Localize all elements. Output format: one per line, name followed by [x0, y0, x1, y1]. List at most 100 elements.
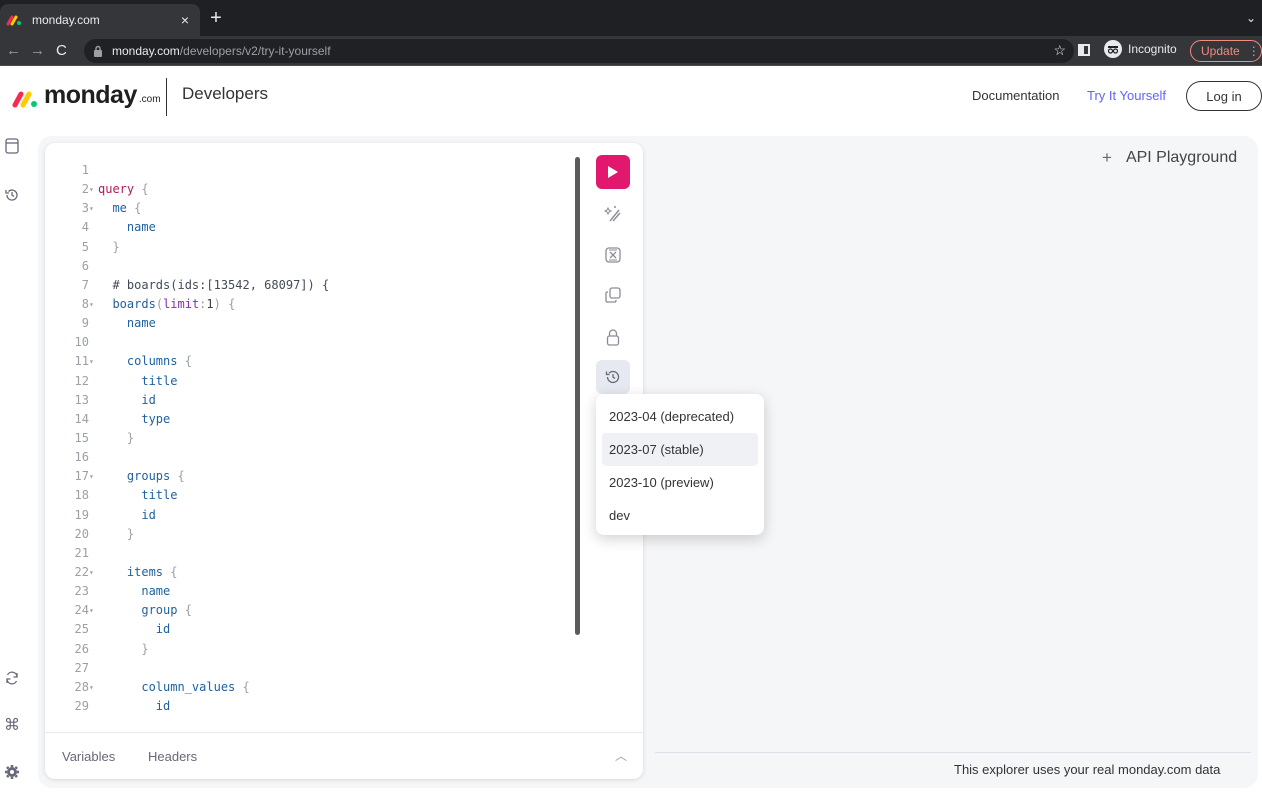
version-option[interactable]: 2023-10 (preview) [602, 466, 758, 499]
fold-gutter [89, 161, 97, 180]
code-line[interactable]: 25 id [45, 620, 605, 639]
api-version-dropdown: 2023-04 (deprecated) 2023-07 (stable) 20… [596, 394, 764, 535]
line-code: # boards(ids:[13542, 68097]) { [112, 277, 330, 292]
code-line[interactable]: 24 ▾ group { [45, 601, 605, 620]
code-line[interactable]: 6 [45, 257, 605, 276]
nav-try-it-yourself-link[interactable]: Try It Yourself [1087, 88, 1166, 103]
fold-gutter [89, 429, 97, 448]
refresh-schema-icon[interactable] [4, 670, 20, 686]
fold-arrow-icon[interactable]: ▾ [89, 678, 97, 697]
new-tab-button[interactable]: + [206, 8, 226, 28]
update-label: Update [1201, 44, 1240, 58]
copy-query-button[interactable] [596, 278, 630, 312]
code-line[interactable]: 18 title [45, 486, 605, 505]
run-query-button[interactable] [596, 155, 630, 189]
documents-icon[interactable] [4, 138, 20, 154]
lock-headers-button[interactable] [596, 320, 630, 354]
api-playground-button[interactable]: + API Playground [1102, 148, 1237, 168]
merge-fragments-button[interactable] [596, 238, 630, 272]
chevron-up-icon[interactable]: ︿ [615, 747, 627, 764]
line-number: 10 [74, 335, 89, 350]
fold-arrow-icon[interactable]: ▾ [89, 180, 97, 199]
line-code: name [126, 220, 156, 235]
code-line[interactable]: 22 ▾ items { [45, 563, 605, 582]
browser-tab[interactable]: monday.com × [0, 4, 200, 36]
browser-toolbar: ← → C monday.com/developers/v2/try-it-yo… [0, 36, 1262, 66]
nav-documentation-link[interactable]: Documentation [972, 88, 1059, 103]
code-line[interactable]: 12 title [45, 372, 605, 391]
line-number: 6 [81, 258, 89, 273]
code-line[interactable]: 16 [45, 448, 605, 467]
line-number: 18 [74, 488, 89, 503]
fold-gutter [89, 276, 97, 295]
api-version-button[interactable] [596, 360, 630, 394]
shortcuts-command-icon[interactable]: ⌘ [4, 717, 20, 734]
bookmark-star-icon[interactable]: ☆ [1053, 42, 1066, 59]
headers-tab[interactable]: Headers [148, 749, 197, 764]
code-line[interactable]: 21 [45, 544, 605, 563]
fold-arrow-icon[interactable]: ▾ [89, 467, 97, 486]
query-code[interactable]: 1 2 ▾ query {3 ▾ me {4 name 5 } 6 7 # boards(id… [45, 161, 605, 716]
code-line[interactable]: 29 id [45, 697, 605, 716]
code-line[interactable]: 23 name [45, 582, 605, 601]
line-number: 8 [81, 296, 89, 311]
monday-logo[interactable]: monday .com [12, 82, 161, 108]
line-number: 23 [74, 584, 89, 599]
fold-arrow-icon[interactable]: ▾ [89, 352, 97, 371]
code-line[interactable]: 17 ▾ groups { [45, 467, 605, 486]
update-button[interactable]: Update ⋮ [1190, 40, 1262, 62]
version-option[interactable]: 2023-04 (deprecated) [602, 400, 758, 433]
fold-gutter [89, 410, 97, 429]
code-line[interactable]: 3 ▾ me { [45, 199, 605, 218]
variables-tab[interactable]: Variables [62, 749, 115, 764]
prettify-button[interactable] [596, 197, 630, 231]
incognito-indicator[interactable]: Incognito [1104, 40, 1177, 58]
side-panel-icon[interactable] [1078, 44, 1090, 56]
fold-arrow-icon[interactable]: ▾ [89, 563, 97, 582]
play-icon [608, 166, 618, 178]
reload-icon[interactable]: C [56, 41, 67, 61]
fold-arrow-icon[interactable]: ▾ [89, 601, 97, 620]
tab-search-chevron-icon[interactable]: ⌄ [1246, 11, 1256, 25]
forward-arrow-icon[interactable]: → [30, 41, 45, 61]
fold-arrow-icon[interactable]: ▾ [89, 295, 97, 314]
code-line[interactable]: 14 type [45, 410, 605, 429]
code-line[interactable]: 26 } [45, 640, 605, 659]
code-line[interactable]: 13 id [45, 391, 605, 410]
version-option-selected[interactable]: 2023-07 (stable) [602, 433, 758, 466]
editor-scrollbar[interactable] [575, 157, 580, 635]
code-line[interactable]: 5 } [45, 238, 605, 257]
line-code: name [126, 316, 156, 331]
code-line[interactable]: 19 id [45, 506, 605, 525]
code-line[interactable]: 9 name [45, 314, 605, 333]
log-in-button[interactable]: Log in [1186, 81, 1262, 111]
back-arrow-icon[interactable]: ← [6, 41, 21, 61]
code-line[interactable]: 27 [45, 659, 605, 678]
query-editor[interactable]: 1 2 ▾ query {3 ▾ me {4 name 5 } 6 7 # boards(id… [45, 143, 643, 779]
code-line[interactable]: 4 name [45, 218, 605, 237]
code-line[interactable]: 11 ▾ columns { [45, 352, 605, 371]
line-code: } [126, 526, 135, 541]
code-line[interactable]: 20 } [45, 525, 605, 544]
code-line[interactable]: 28 ▾ column_values { [45, 678, 605, 697]
settings-gear-icon[interactable] [4, 764, 20, 780]
close-tab-icon[interactable]: × [176, 12, 194, 28]
line-code: title [141, 488, 178, 503]
merge-icon [605, 247, 621, 263]
results-divider [655, 752, 1251, 753]
code-line[interactable]: 7 # boards(ids:[13542, 68097]) { [45, 276, 605, 295]
version-option[interactable]: dev [602, 499, 758, 532]
code-line[interactable]: 15 } [45, 429, 605, 448]
code-line[interactable]: 8 ▾ boards(limit:1) { [45, 295, 605, 314]
code-line[interactable]: 2 ▾ query { [45, 180, 605, 199]
address-bar[interactable]: monday.com/developers/v2/try-it-yourself… [84, 39, 1074, 63]
incognito-icon [1104, 40, 1122, 58]
history-rail-icon[interactable] [4, 187, 20, 203]
browser-tab-bar: monday.com × + ⌄ [0, 0, 1262, 36]
fold-arrow-icon[interactable]: ▾ [89, 199, 97, 218]
code-line[interactable]: 10 [45, 333, 605, 352]
line-number: 25 [74, 622, 89, 637]
line-number: 15 [74, 430, 89, 445]
code-line[interactable]: 1 [45, 161, 605, 180]
